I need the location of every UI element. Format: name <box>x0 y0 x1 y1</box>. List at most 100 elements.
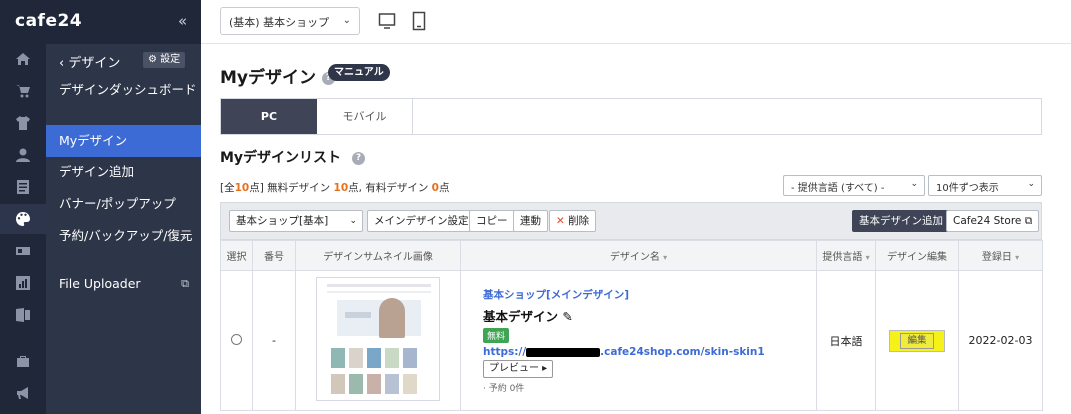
count-text: [全 <box>220 182 235 194</box>
redacted-block <box>526 347 601 357</box>
design-menu: ‹ デザイン ⚙ 設定 デザインダッシュボード Myデザイン デザイン追加 バナ… <box>46 44 201 414</box>
stats-icon[interactable] <box>0 268 46 298</box>
design-url[interactable]: https:// .cafe24shop.com/skin-skin1 <box>483 346 816 358</box>
free-badge: 無料 <box>483 328 510 343</box>
icon-rail <box>0 0 46 414</box>
col-design-name[interactable]: デザイン名 ▾ <box>460 240 817 271</box>
section-title-text: Myデザインリスト <box>220 150 342 166</box>
col-language[interactable]: 提供言語 ▾ <box>816 240 876 271</box>
table-row: - 基本ショップ[メインデザイン] 基本デザイン ✎ 無料 https:// .… <box>220 270 1043 411</box>
date-cell: 2022-02-03 <box>958 270 1043 411</box>
menu-header: ‹ デザイン ⚙ 設定 <box>46 44 201 76</box>
menu-item-my-design[interactable]: Myデザイン <box>46 125 201 157</box>
cafe24-store-button[interactable]: Cafe24 Store ⧉ <box>946 210 1040 232</box>
tab-pc[interactable]: PC <box>221 99 317 134</box>
reservation-count: · 予約 0件 <box>483 384 525 394</box>
menu-item-backup[interactable]: 予約/バックアップ/復元 ⌄ <box>46 227 201 245</box>
sort-icon: ▾ <box>865 253 870 262</box>
user-icon[interactable] <box>0 140 46 170</box>
collapse-menu-icon[interactable]: « <box>178 12 187 30</box>
chevron-down-icon: ⌄ <box>1027 179 1035 189</box>
menu-item-add-design[interactable]: デザイン追加 <box>46 163 201 181</box>
design-table: 選択 番号 デザインサムネイル画像 デザイン名 ▾ 提供言語 ▾ デザイン編集 … <box>220 240 1043 411</box>
table-header-row: 選択 番号 デザインサムネイル画像 デザイン名 ▾ 提供言語 ▾ デザイン編集 … <box>220 240 1043 271</box>
desktop-preview-icon[interactable] <box>378 11 396 31</box>
free-count: 10 <box>333 182 349 194</box>
menu-item-label: 予約/バックアップ/復元 <box>59 228 193 243</box>
shop-select[interactable]: (基本) 基本ショップ ⌄ <box>220 7 360 35</box>
row-select-radio[interactable] <box>231 333 242 345</box>
top-bar: (基本) 基本ショップ ⌄ <box>201 0 1071 44</box>
chevron-down-icon: ⌄ <box>910 179 918 189</box>
paid-count: 0 <box>431 182 439 194</box>
shop-icon[interactable] <box>0 346 46 376</box>
count-text: 点, 有料デザイン <box>348 182 432 194</box>
home-icon[interactable] <box>0 44 46 74</box>
edit-design-button[interactable]: 編集 <box>889 329 945 352</box>
board-icon[interactable] <box>0 172 46 202</box>
menu-item-label: Myデザイン <box>59 133 128 148</box>
mobile-preview-icon[interactable] <box>410 11 428 31</box>
back-to-design[interactable]: ‹ デザイン <box>59 52 120 71</box>
menu-item-label: バナー/ポップアップ <box>59 196 176 211</box>
shop-main-design-link[interactable]: 基本ショップ[メインデザイン] <box>483 287 816 302</box>
thumbnail-cell <box>295 270 461 411</box>
count-text: 点 <box>438 182 450 194</box>
toolbar-shop-value: 基本ショップ[基本] <box>236 215 329 227</box>
menu-item-label: File Uploader <box>59 276 141 291</box>
page-title-text: Myデザイン <box>220 68 316 88</box>
number-cell: - <box>252 270 296 411</box>
toolbar-shop-select[interactable]: 基本ショップ[基本] ⌄ <box>229 210 363 232</box>
shop-select-value: (基本) 基本ショップ <box>229 16 330 29</box>
brand-header: cafe24 « <box>0 0 201 44</box>
menu-item-dashboard[interactable]: デザインダッシュボード <box>46 81 201 99</box>
promo-icon[interactable] <box>0 236 46 266</box>
external-link-icon: ⧉ <box>181 277 189 290</box>
chevron-down-icon: ⌄ <box>349 216 357 226</box>
menu-item-label: デザイン追加 <box>59 164 135 179</box>
design-thumbnail[interactable] <box>316 277 440 401</box>
tshirt-icon[interactable] <box>0 108 46 138</box>
edit-cell: 編集 <box>875 270 959 411</box>
excel-icon[interactable] <box>0 300 46 330</box>
link-button[interactable]: 連動 <box>513 210 548 232</box>
col-date[interactable]: 登録日 ▾ <box>958 240 1043 271</box>
sort-icon: ▾ <box>663 253 668 262</box>
help-icon[interactable]: ? <box>351 151 365 165</box>
manual-button[interactable]: マニュアル <box>328 64 390 81</box>
chevron-down-icon: ⌄ <box>179 229 189 242</box>
list-toolbar: 基本ショップ[基本] ⌄ メインデザイン設定 コピー 連動 ✕ 削除 基本デザイ… <box>220 202 1042 240</box>
url-suffix: .cafe24shop.com/skin-skin1 <box>600 346 765 358</box>
per-page-select[interactable]: 10件ずつ表示 ⌄ <box>928 175 1042 196</box>
total-count: 10 <box>234 182 250 194</box>
delete-button[interactable]: ✕ 削除 <box>549 210 597 232</box>
section-title: Myデザインリスト ? <box>220 147 365 167</box>
delete-label: 削除 <box>564 215 590 227</box>
add-basic-design-button[interactable]: 基本デザイン追加 <box>852 210 950 232</box>
megaphone-icon[interactable] <box>0 378 46 408</box>
page-title: Myデザイン ? <box>220 63 335 88</box>
language-cell: 日本語 <box>816 270 876 411</box>
tab-mobile[interactable]: モバイル <box>317 99 413 134</box>
col-number: 番号 <box>252 240 296 271</box>
design-name-cell: 基本ショップ[メインデザイン] 基本デザイン ✎ 無料 https:// .caf… <box>460 270 817 411</box>
design-name[interactable]: 基本デザイン ✎ <box>483 306 816 325</box>
col-design-edit: デザイン編集 <box>875 240 959 271</box>
preview-button[interactable]: プレビュー ▸ <box>483 360 554 378</box>
copy-button[interactable]: コピー <box>469 210 515 232</box>
edit-label: 編集 <box>900 332 934 349</box>
main-design-button[interactable]: メインデザイン設定 <box>367 210 476 232</box>
col-select: 選択 <box>220 240 253 271</box>
settings-button[interactable]: ⚙ 設定 <box>143 52 186 68</box>
palette-icon[interactable] <box>0 204 46 234</box>
language-filter-select[interactable]: - 提供言語 (すべて) - ⌄ <box>783 175 925 196</box>
menu-item-banner-popup[interactable]: バナー/ポップアップ <box>46 195 201 213</box>
menu-item-file-uploader[interactable]: File Uploader ⧉ <box>46 275 201 293</box>
device-tabs: PC モバイル <box>220 98 1042 135</box>
col-language-label: 提供言語 <box>822 252 863 263</box>
count-text: 点] 無料デザイン <box>249 182 334 194</box>
design-count-summary: [全10点] 無料デザイン 10点, 有料デザイン 0点 <box>220 180 449 195</box>
menu-item-label: デザインダッシュボード <box>59 82 197 97</box>
select-cell <box>220 270 253 411</box>
cart-icon[interactable] <box>0 76 46 106</box>
